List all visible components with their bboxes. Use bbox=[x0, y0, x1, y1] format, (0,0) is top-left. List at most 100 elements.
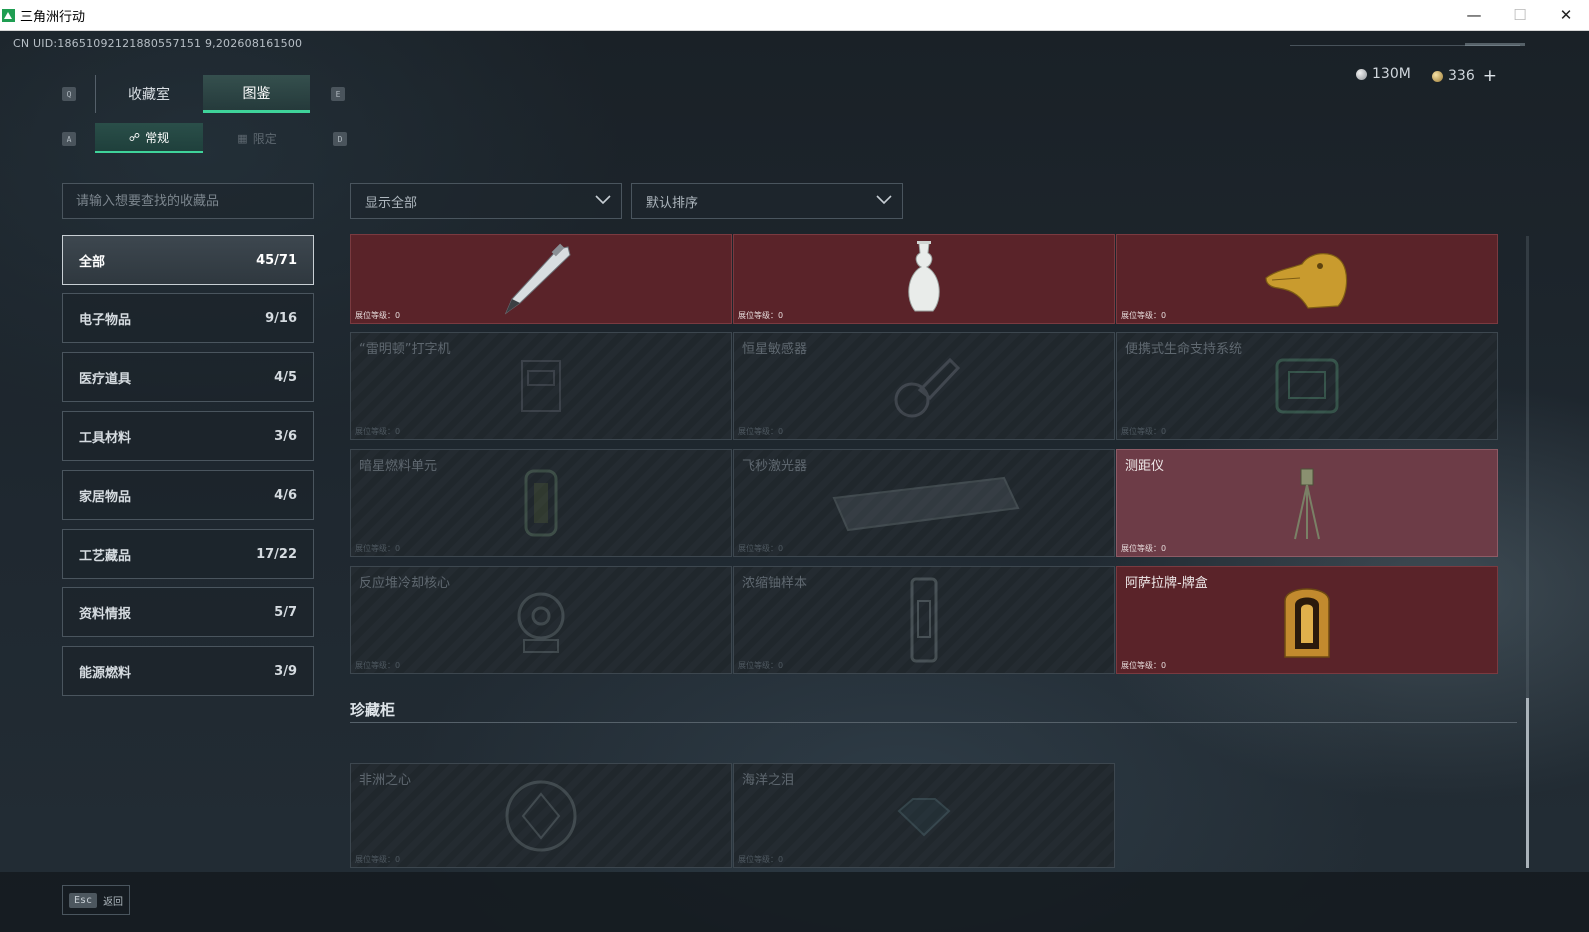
collection-card[interactable]: 便携式生命支持系统 展位等级：0 bbox=[1116, 332, 1498, 440]
collection-card[interactable]: 测距仪 展位等级：0 bbox=[1116, 449, 1498, 557]
collection-card[interactable]: 阿萨拉牌-牌盒 展位等级：0 bbox=[1116, 566, 1498, 674]
booth-level: 展位等级：0 bbox=[1121, 311, 1167, 320]
gold-coin-icon bbox=[1432, 70, 1443, 82]
booth-level: 展位等级：0 bbox=[355, 855, 401, 864]
category-count: 3/6 bbox=[274, 428, 297, 444]
category-intel[interactable]: 资料情报 5/7 bbox=[62, 587, 314, 637]
collection-card[interactable]: 飞秒激光器 展位等级：0 bbox=[733, 449, 1115, 557]
uranium-sample-icon bbox=[910, 577, 938, 663]
category-label: 家居物品 bbox=[79, 489, 132, 505]
scrollbar-thumb[interactable] bbox=[1526, 698, 1529, 868]
collection-card[interactable]: “雷明顿”打字机 展位等级：0 bbox=[350, 332, 732, 440]
tab-atlas[interactable]: 图鉴 bbox=[203, 75, 310, 113]
window-titlebar: 三角洲行动 — ☐ ✕ bbox=[0, 0, 1589, 31]
booth-level: 展位等级：0 bbox=[738, 661, 784, 670]
collection-card[interactable]: 反应堆冷却核心 展位等级：0 bbox=[350, 566, 732, 674]
category-energy[interactable]: 能源燃料 3/9 bbox=[62, 646, 314, 696]
category-label: 工具材料 bbox=[79, 430, 132, 446]
regular-icon: ☍ bbox=[128, 130, 141, 144]
item-name: 飞秒激光器 bbox=[742, 459, 808, 474]
category-label: 全部 bbox=[79, 254, 106, 270]
display-filter-value: 显示全部 bbox=[365, 195, 418, 211]
category-count: 17/22 bbox=[256, 546, 297, 562]
gold-currency: 336 + bbox=[1432, 66, 1497, 86]
back-button[interactable]: Esc 返回 bbox=[62, 885, 130, 915]
bottom-bar: Esc 返回 bbox=[0, 872, 1589, 932]
category-all[interactable]: 全部 45/71 bbox=[62, 235, 314, 285]
back-label: 返回 bbox=[103, 896, 124, 908]
diamond-icon bbox=[505, 780, 577, 851]
category-tools[interactable]: 工具材料 3/6 bbox=[62, 411, 314, 461]
item-name: 浓缩铀样本 bbox=[742, 576, 808, 591]
key-a-hint: A bbox=[62, 132, 76, 146]
window-controls: — ☐ ✕ bbox=[1451, 0, 1589, 30]
category-household[interactable]: 家居物品 4/6 bbox=[62, 470, 314, 520]
collection-card[interactable]: 暗星燃料单元 展位等级：0 bbox=[350, 449, 732, 557]
pen-icon bbox=[504, 243, 571, 315]
tab-collection-room[interactable]: 收藏室 bbox=[95, 75, 202, 113]
grid-scrollbar[interactable] bbox=[1526, 236, 1529, 868]
typewriter-icon bbox=[521, 360, 561, 412]
close-button[interactable]: ✕ bbox=[1543, 0, 1589, 30]
maximize-button[interactable]: ☐ bbox=[1497, 0, 1543, 30]
item-name: 非洲之心 bbox=[359, 773, 412, 788]
limited-icon: ▦ bbox=[237, 131, 248, 145]
collection-card[interactable]: 展位等级：0 bbox=[350, 234, 732, 324]
gold-amount: 336 bbox=[1448, 68, 1475, 84]
uid-label: CN UID:18651092121880557151 9,2026081615… bbox=[13, 37, 303, 50]
search-input[interactable] bbox=[63, 184, 313, 218]
category-label: 资料情报 bbox=[79, 606, 132, 622]
booth-level: 展位等级：0 bbox=[1121, 544, 1167, 553]
silver-currency: 130M bbox=[1356, 66, 1411, 82]
booth-level: 展位等级：0 bbox=[1121, 427, 1167, 436]
silver-amount: 130M bbox=[1372, 66, 1411, 82]
booth-level: 展位等级：0 bbox=[738, 311, 784, 320]
window-title: 三角洲行动 bbox=[20, 9, 86, 25]
section-divider bbox=[350, 722, 1517, 723]
key-d-hint: D bbox=[333, 132, 347, 146]
booth-level: 展位等级：0 bbox=[355, 544, 401, 553]
subtab-limited-label: 限定 bbox=[252, 131, 277, 146]
vault-card[interactable]: 非洲之心 展位等级：0 bbox=[350, 763, 732, 868]
key-e-hint: E bbox=[331, 87, 345, 101]
booth-level: 展位等级：0 bbox=[1121, 661, 1167, 670]
collection-card[interactable]: 恒星敏感器 展位等级：0 bbox=[733, 332, 1115, 440]
category-medical[interactable]: 医疗道具 4/5 bbox=[62, 352, 314, 402]
subtab-regular[interactable]: ☍ 常规 bbox=[95, 123, 203, 153]
item-name: “雷明顿”打字机 bbox=[359, 342, 451, 357]
app-logo-icon bbox=[2, 8, 15, 22]
category-crafts[interactable]: 工艺藏品 17/22 bbox=[62, 529, 314, 579]
category-count: 9/16 bbox=[265, 310, 297, 326]
booth-level: 展位等级：0 bbox=[355, 311, 401, 320]
display-filter-dropdown[interactable]: 显示全部 bbox=[350, 183, 622, 219]
star-sensor-icon bbox=[894, 357, 961, 418]
category-count: 4/6 bbox=[274, 487, 297, 503]
add-currency-button[interactable]: + bbox=[1483, 66, 1497, 86]
vault-card[interactable]: 海洋之泪 展位等级：0 bbox=[733, 763, 1115, 868]
category-label: 医疗道具 bbox=[79, 371, 132, 387]
sort-dropdown[interactable]: 默认排序 bbox=[631, 183, 903, 219]
category-count: 4/5 bbox=[274, 369, 297, 385]
esc-key-hint: Esc bbox=[69, 892, 98, 908]
chevron-down-icon bbox=[876, 195, 892, 205]
collection-card[interactable]: 浓缩铀样本 展位等级：0 bbox=[733, 566, 1115, 674]
search-box bbox=[62, 183, 314, 219]
minimize-button[interactable]: — bbox=[1451, 0, 1497, 30]
golden-crocodile-icon bbox=[1265, 253, 1348, 309]
game-stage: CN UID:18651092121880557151 9,2026081615… bbox=[0, 31, 1589, 932]
vault-section-title: 珍藏柜 bbox=[350, 701, 396, 719]
key-q-hint: Q bbox=[62, 87, 76, 101]
card-box-icon bbox=[1284, 588, 1330, 658]
reactor-core-icon bbox=[517, 592, 565, 653]
item-name: 暗星燃料单元 bbox=[359, 459, 438, 474]
category-electronics[interactable]: 电子物品 9/16 bbox=[62, 293, 314, 343]
life-support-icon bbox=[1275, 358, 1339, 414]
category-count: 5/7 bbox=[274, 604, 297, 620]
collection-grid: 展位等级：0 展位等级：0 展位等级：0 “雷明顿”打字机 展位等级：0 恒星敏… bbox=[347, 234, 1527, 874]
collection-card[interactable]: 展位等级：0 bbox=[733, 234, 1115, 324]
item-name: 反应堆冷却核心 bbox=[359, 576, 451, 591]
sort-value: 默认排序 bbox=[646, 195, 699, 211]
category-count: 45/71 bbox=[256, 252, 297, 268]
subtab-limited[interactable]: ▦ 限定 bbox=[203, 123, 311, 153]
collection-card[interactable]: 展位等级：0 bbox=[1116, 234, 1498, 324]
